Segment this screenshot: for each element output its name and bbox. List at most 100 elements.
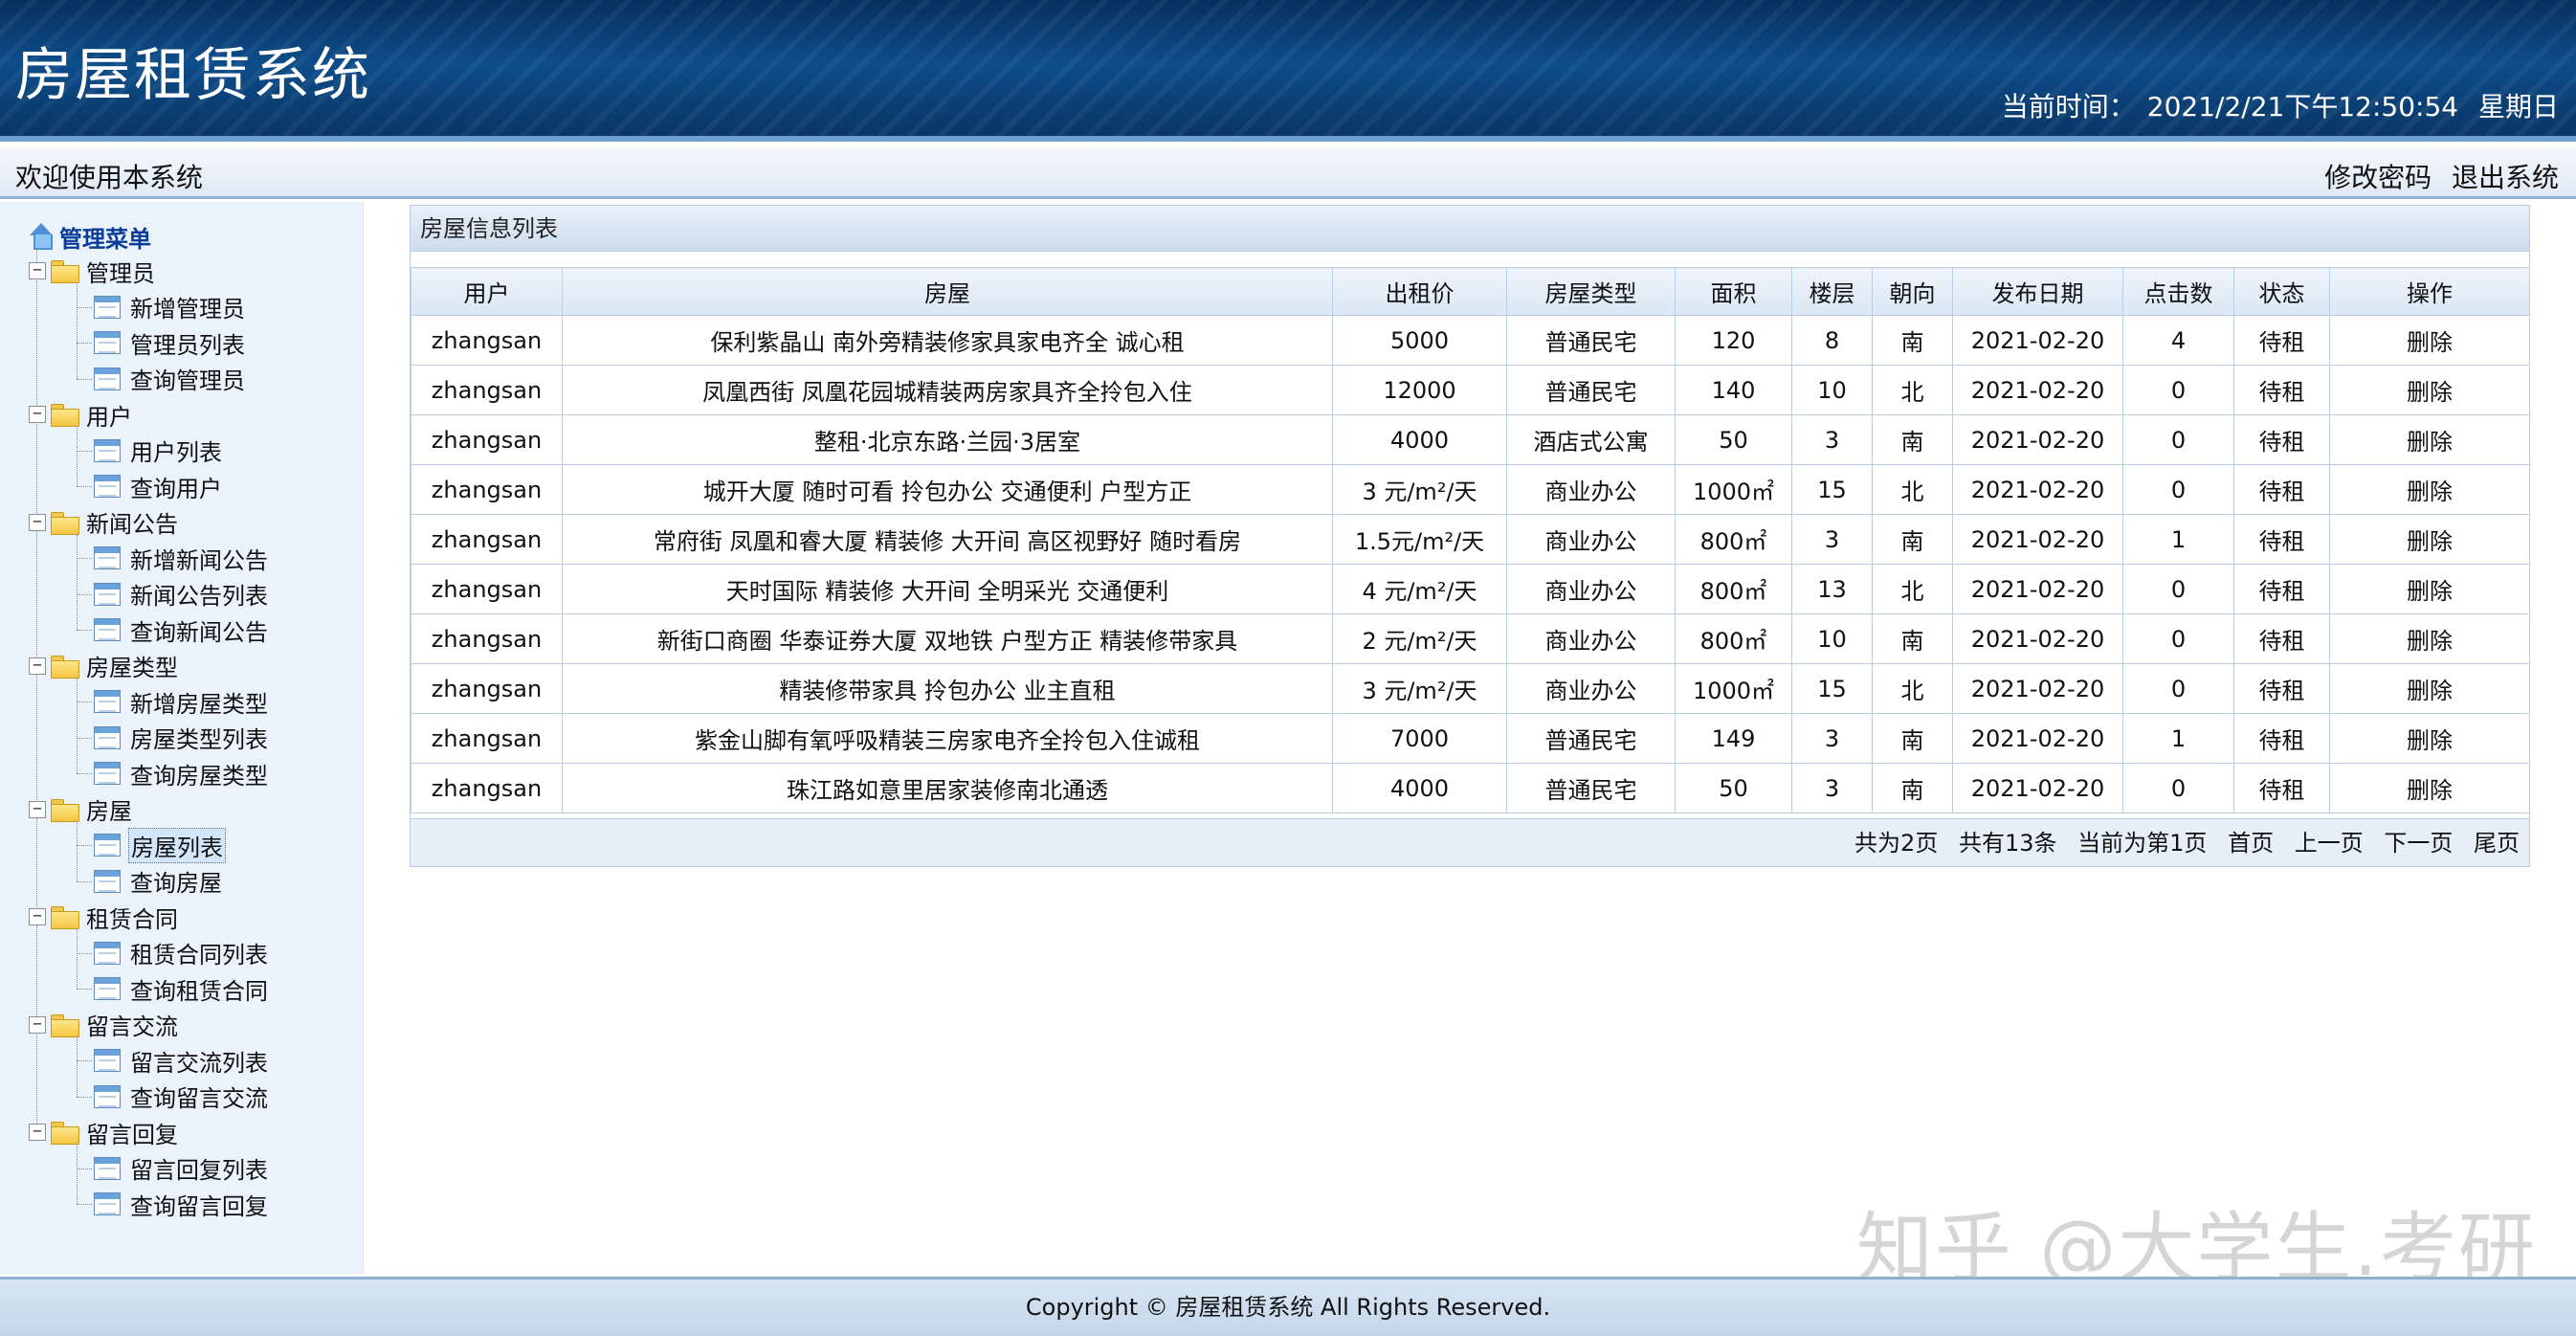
- delete-link[interactable]: 删除: [2329, 713, 2530, 764]
- delete-link[interactable]: 删除: [2329, 414, 2530, 465]
- app-title: 房屋租赁系统: [15, 42, 371, 109]
- folder-icon: [50, 259, 80, 283]
- table-row: zhangsan 整租·北京东路·兰园·3居室 4000 酒店式公寓 50 3 南 2021-…: [411, 414, 2530, 465]
- table-cell: 3: [1791, 514, 1873, 565]
- delete-link[interactable]: 删除: [2329, 514, 2530, 565]
- menu-item[interactable]: 查询新闻公告: [94, 612, 270, 647]
- table-cell: 4000: [1332, 414, 1507, 465]
- menu-category[interactable]: − 留言交流: [29, 1008, 178, 1042]
- collapse-icon[interactable]: −: [29, 1015, 46, 1034]
- menu-item-label: 留言交流列表: [130, 1049, 268, 1077]
- delete-link[interactable]: 删除: [2329, 613, 2530, 664]
- menu-item[interactable]: 房屋列表: [94, 827, 226, 863]
- collapse-icon[interactable]: −: [29, 262, 46, 279]
- menu-item[interactable]: 查询管理员: [94, 362, 247, 396]
- menu-category-label: 留言交流: [86, 1013, 178, 1040]
- table-cell: 120: [1675, 315, 1792, 366]
- table-cell: 1.5元/m²/天: [1332, 514, 1507, 565]
- menu-category[interactable]: − 用户: [29, 397, 132, 432]
- menu-item[interactable]: 新增房屋类型: [94, 684, 270, 719]
- pager-first-link[interactable]: 首页: [2228, 830, 2274, 857]
- logout-link[interactable]: 退出系统: [2452, 162, 2559, 193]
- menu-item-label: 管理员列表: [130, 331, 245, 359]
- folder-icon: [50, 655, 80, 679]
- table-cell: 2021-02-20: [1952, 564, 2123, 614]
- collapse-icon[interactable]: −: [29, 908, 46, 925]
- table-cell: 北: [1872, 464, 1953, 515]
- collapse-icon[interactable]: −: [29, 657, 46, 675]
- table-row: zhangsan 珠江路如意里居家装修南北通透 4000 普通民宅 50 3 南 2021-0…: [411, 763, 2530, 813]
- pager-prev-link[interactable]: 上一页: [2295, 830, 2364, 857]
- tree-connector: [77, 845, 92, 846]
- table-row: zhangsan 保利紫晶山 南外旁精装修家具家电齐全 诚心租 5000 普通民宅 12…: [411, 315, 2530, 366]
- pager-last-link[interactable]: 尾页: [2474, 830, 2520, 857]
- footer: Copyright © 房屋租赁系统 All Rights Reserved.: [0, 1277, 2576, 1336]
- collapse-icon[interactable]: −: [29, 800, 46, 818]
- menu-item-label: 查询租赁合同: [130, 977, 268, 1005]
- page-icon: [94, 618, 121, 641]
- menu-item[interactable]: 新增新闻公告: [94, 541, 270, 575]
- menu-item[interactable]: 租赁合同列表: [94, 936, 270, 970]
- table-cell: 普通民宅: [1506, 315, 1676, 366]
- menu-category[interactable]: − 新闻公告: [29, 505, 178, 540]
- current-time-value: 2021/2/21下午12:50:54: [2146, 91, 2459, 122]
- collapse-icon[interactable]: −: [29, 513, 46, 531]
- collapse-icon[interactable]: −: [29, 1124, 46, 1141]
- table-cell: 天时国际 精装修 大开间 全明采光 交通便利: [562, 564, 1333, 614]
- menu-item-label: 租赁合同列表: [130, 942, 268, 969]
- table-cell: 0: [2122, 464, 2234, 515]
- menu-category[interactable]: − 房屋类型: [29, 649, 178, 683]
- home-icon: [27, 222, 56, 251]
- menu-item[interactable]: 留言回复列表: [94, 1151, 270, 1186]
- menu-root[interactable]: 管理菜单: [27, 219, 151, 254]
- table-cell: 1000㎡: [1675, 464, 1792, 515]
- table-cell: 2021-02-20: [1952, 414, 2123, 465]
- delete-link[interactable]: 删除: [2329, 763, 2530, 813]
- menu-item[interactable]: 管理员列表: [94, 325, 247, 360]
- tree-connector: [77, 677, 78, 773]
- table-cell: 北: [1872, 564, 1953, 614]
- table-cell: 2021-02-20: [1952, 663, 2123, 714]
- delete-link[interactable]: 删除: [2329, 365, 2530, 415]
- menu-item[interactable]: 用户列表: [94, 434, 224, 468]
- pager-next-link[interactable]: 下一页: [2384, 830, 2453, 857]
- table-cell: 3 元/m²/天: [1332, 663, 1507, 714]
- page-icon: [94, 1192, 121, 1215]
- delete-link[interactable]: 删除: [2329, 663, 2530, 714]
- menu-category[interactable]: − 房屋: [29, 792, 132, 827]
- menu-item-label: 新增管理员: [130, 296, 245, 323]
- tree-connector: [77, 378, 92, 380]
- table-cell: 南: [1872, 613, 1953, 664]
- table-cell: 商业办公: [1506, 613, 1676, 664]
- page-icon: [94, 1049, 121, 1072]
- table-cell: 新街口商圈 华泰证券大厦 双地铁 户型方正 精装修带家具: [562, 613, 1333, 664]
- menu-category[interactable]: − 租赁合同: [29, 900, 178, 934]
- menu-item[interactable]: 查询用户: [94, 469, 224, 503]
- menu-category[interactable]: − 留言回复: [29, 1115, 178, 1149]
- menu-item[interactable]: 新增管理员: [94, 290, 247, 324]
- table-cell: 0: [2122, 414, 2234, 465]
- page-icon: [94, 1156, 121, 1180]
- tree-connector: [77, 701, 92, 702]
- delete-link[interactable]: 删除: [2329, 564, 2530, 614]
- table-cell: 0: [2122, 365, 2234, 415]
- table-cell: zhangsan: [411, 315, 563, 366]
- menu-item[interactable]: 查询留言交流: [94, 1080, 270, 1114]
- table-cell: 待租: [2233, 414, 2330, 465]
- menu-item[interactable]: 新闻公告列表: [94, 577, 270, 612]
- collapse-icon[interactable]: −: [29, 406, 46, 423]
- panel-title: 房屋信息列表: [411, 206, 2529, 252]
- table-cell: 4000: [1332, 763, 1507, 813]
- table-cell: 待租: [2233, 315, 2330, 366]
- menu-item[interactable]: 留言交流列表: [94, 1043, 270, 1078]
- delete-link[interactable]: 删除: [2329, 315, 2530, 366]
- table-cell: 149: [1675, 713, 1792, 764]
- menu-item[interactable]: 查询房屋: [94, 864, 224, 899]
- change-password-link[interactable]: 修改密码: [2324, 162, 2432, 193]
- delete-link[interactable]: 删除: [2329, 464, 2530, 515]
- menu-item[interactable]: 查询房屋类型: [94, 756, 270, 790]
- menu-category[interactable]: − 管理员: [29, 254, 155, 288]
- menu-item[interactable]: 查询留言回复: [94, 1187, 270, 1221]
- menu-item[interactable]: 房屋类型列表: [94, 721, 270, 755]
- menu-item[interactable]: 查询租赁合同: [94, 971, 270, 1006]
